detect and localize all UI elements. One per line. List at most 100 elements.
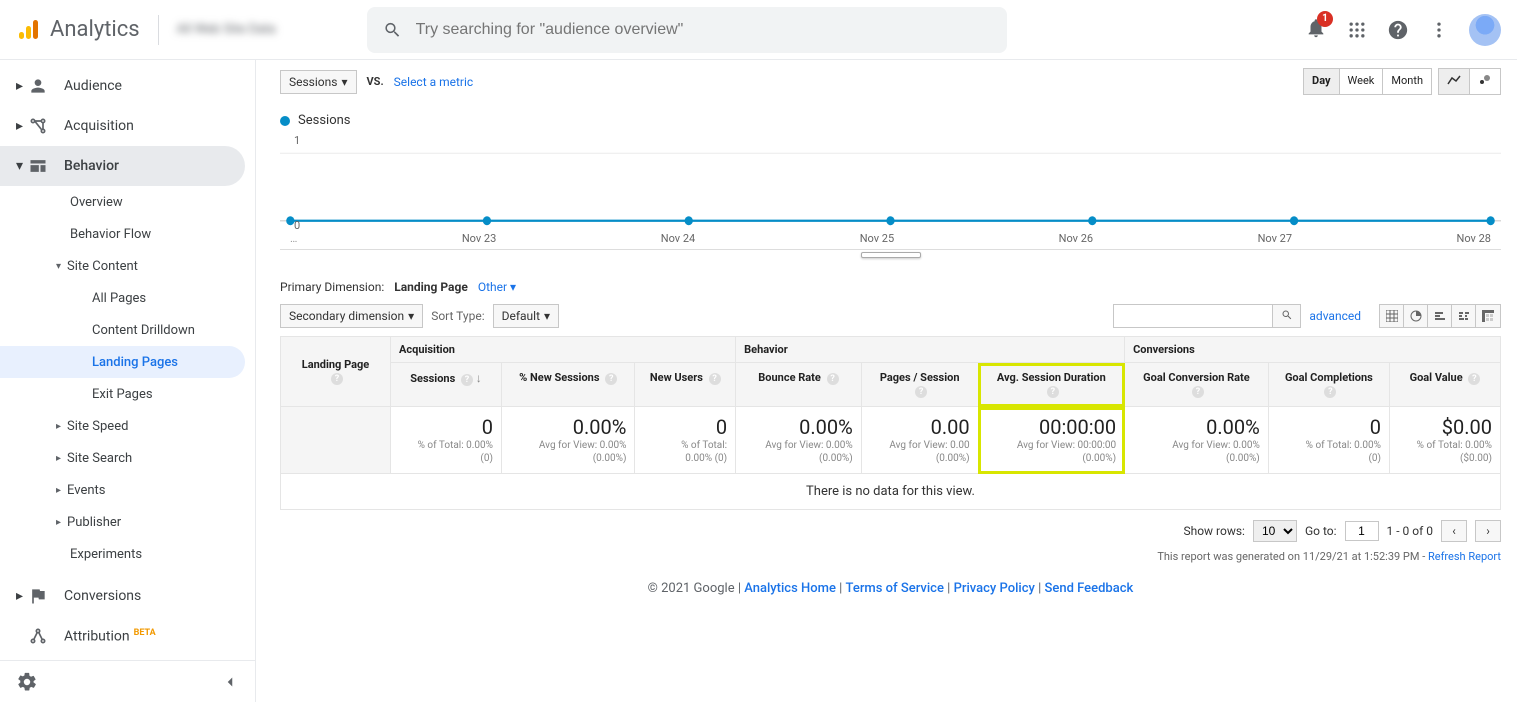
select-metric-link[interactable]: Select a metric: [394, 75, 474, 89]
total-bounce: 0.00%Avg for View: 0.00%(0.00%): [736, 407, 862, 474]
collapse-icon[interactable]: [221, 673, 239, 691]
th-asd[interactable]: Avg. Session Duration?: [978, 363, 1125, 407]
chart-plot: [280, 142, 1501, 232]
primary-dimension-other[interactable]: Other ▾: [478, 280, 516, 294]
gear-icon[interactable]: [16, 671, 38, 693]
nav-site-content[interactable]: ▾Site Content: [0, 250, 255, 282]
help-icon: ?: [1468, 373, 1480, 385]
footer-tos[interactable]: Terms of Service: [846, 581, 944, 596]
goto-input[interactable]: [1345, 521, 1379, 541]
pivot-icon: [1482, 310, 1494, 322]
timeline-handle[interactable]: [861, 252, 921, 258]
nav-content-drilldown[interactable]: Content Drilldown: [0, 314, 255, 346]
metric-selector[interactable]: Sessions ▾: [280, 70, 357, 94]
more-vert-icon[interactable]: [1429, 20, 1449, 40]
notifications-button[interactable]: 1: [1305, 17, 1327, 43]
help-icon: ?: [605, 373, 617, 385]
motion-chart-icon: [1478, 74, 1492, 86]
nav-exit-pages[interactable]: Exit Pages: [0, 378, 255, 410]
th-gval[interactable]: Goal Value ?: [1389, 363, 1500, 407]
header-separator: [158, 15, 159, 45]
view-comparison[interactable]: [1452, 305, 1476, 327]
chart-type-motion[interactable]: [1470, 69, 1500, 94]
search-bar[interactable]: [367, 7, 1007, 53]
th-gcr[interactable]: Goal Conversion Rate?: [1125, 363, 1269, 407]
next-page-button[interactable]: ›: [1475, 520, 1501, 542]
show-rows-select[interactable]: 10: [1253, 520, 1297, 542]
chevron-right-icon: ▸: [16, 588, 28, 604]
nav-conversions[interactable]: ▸ Conversions: [0, 576, 255, 616]
th-new-users[interactable]: New Users ?: [635, 363, 736, 407]
chevron-down-icon: ▾: [341, 75, 347, 89]
view-bar[interactable]: [1428, 305, 1452, 327]
table-controls-row: Secondary dimension ▾ Sort Type: Default…: [280, 304, 1501, 328]
granularity-selector: Day Week Month: [1303, 68, 1432, 95]
th-gcomp[interactable]: Goal Completions?: [1268, 363, 1389, 407]
user-avatar[interactable]: [1469, 14, 1501, 46]
nav-experiments[interactable]: Experiments: [0, 538, 255, 570]
help-icon[interactable]: [1387, 19, 1409, 41]
view-table[interactable]: [1380, 305, 1404, 327]
total-gcomp: 0% of Total: 0.00%(0): [1268, 407, 1389, 474]
table-icon: [1386, 310, 1398, 322]
nav-landing-pages[interactable]: Landing Pages: [0, 346, 245, 378]
th-sessions[interactable]: Sessions ? ↓: [391, 363, 502, 407]
total-pps: 0.00Avg for View: 0.00(0.00%): [861, 407, 978, 474]
granularity-day[interactable]: Day: [1304, 69, 1340, 94]
table-filter-input[interactable]: [1113, 304, 1273, 328]
product-logo[interactable]: Analytics: [16, 17, 140, 42]
chevron-right-icon: ▸: [56, 453, 61, 464]
chevron-down-icon: ▾: [510, 280, 516, 294]
primary-dimension-active[interactable]: Landing Page: [394, 280, 468, 294]
nav-publisher[interactable]: ▸Publisher: [0, 506, 255, 538]
footer-home[interactable]: Analytics Home: [744, 581, 836, 596]
bar-icon: [1434, 310, 1446, 322]
view-pie[interactable]: [1404, 305, 1428, 327]
apps-icon[interactable]: [1347, 20, 1367, 40]
total-gval: $0.00% of Total: 0.00%($0.00): [1389, 407, 1500, 474]
th-pps[interactable]: Pages / Session?: [861, 363, 978, 407]
search-input[interactable]: [416, 21, 991, 39]
y-tick-1: 1: [294, 134, 300, 147]
analytics-logo-icon: [16, 18, 40, 42]
app-header: Analytics All Web Site Data 1: [0, 0, 1517, 60]
footer-copyright: © 2021 Google: [648, 581, 735, 596]
table-filter-button[interactable]: [1273, 304, 1301, 328]
notification-badge: 1: [1317, 11, 1333, 27]
prev-page-button[interactable]: ‹: [1441, 520, 1467, 542]
nav-overview[interactable]: Overview: [0, 186, 255, 218]
chart-legend: Sessions: [280, 113, 1501, 128]
nav-behavior-flow[interactable]: Behavior Flow: [0, 218, 255, 250]
help-icon: ?: [915, 386, 927, 398]
chevron-down-icon: ▾: [544, 309, 550, 323]
nav-all-pages[interactable]: All Pages: [0, 282, 255, 314]
th-landing-page[interactable]: Landing Page?: [281, 337, 391, 407]
nav-behavior[interactable]: ▾ Behavior: [0, 146, 245, 186]
advanced-filter-link[interactable]: advanced: [1309, 309, 1361, 323]
page-footer: © 2021 Google | Analytics Home | Terms o…: [280, 563, 1501, 614]
nav-site-speed[interactable]: ▸Site Speed: [0, 410, 255, 442]
th-bounce[interactable]: Bounce Rate ?: [736, 363, 862, 407]
chevron-right-icon: ▸: [16, 78, 28, 94]
sort-type-selector[interactable]: Default ▾: [493, 304, 559, 328]
secondary-dimension-button[interactable]: Secondary dimension ▾: [280, 304, 423, 328]
account-selector[interactable]: All Web Site Data: [177, 12, 357, 48]
th-group-conversions: Conversions: [1125, 337, 1501, 363]
refresh-report-link[interactable]: Refresh Report: [1428, 550, 1501, 563]
granularity-week[interactable]: Week: [1340, 69, 1384, 94]
nav-site-search[interactable]: ▸Site Search: [0, 442, 255, 474]
nav-acquisition[interactable]: ▸ Acquisition: [0, 106, 255, 146]
table-pager: Show rows: 10 Go to: 1 - 0 of 0 ‹ ›: [280, 520, 1501, 542]
footer-privacy[interactable]: Privacy Policy: [954, 581, 1035, 596]
primary-dimension-label: Primary Dimension:: [280, 280, 384, 294]
granularity-month[interactable]: Month: [1383, 69, 1431, 94]
nav-events[interactable]: ▸Events: [0, 474, 255, 506]
th-group-acquisition: Acquisition: [391, 337, 736, 363]
footer-feedback[interactable]: Send Feedback: [1045, 581, 1134, 596]
nav-audience[interactable]: ▸ Audience: [0, 66, 255, 106]
view-pivot[interactable]: [1476, 305, 1500, 327]
chart-type-line[interactable]: [1439, 69, 1470, 94]
no-data-message: There is no data for this view.: [280, 474, 1501, 510]
th-new-sessions[interactable]: % New Sessions ?: [501, 363, 634, 407]
nav-attribution[interactable]: AttributionBETA: [0, 616, 255, 656]
